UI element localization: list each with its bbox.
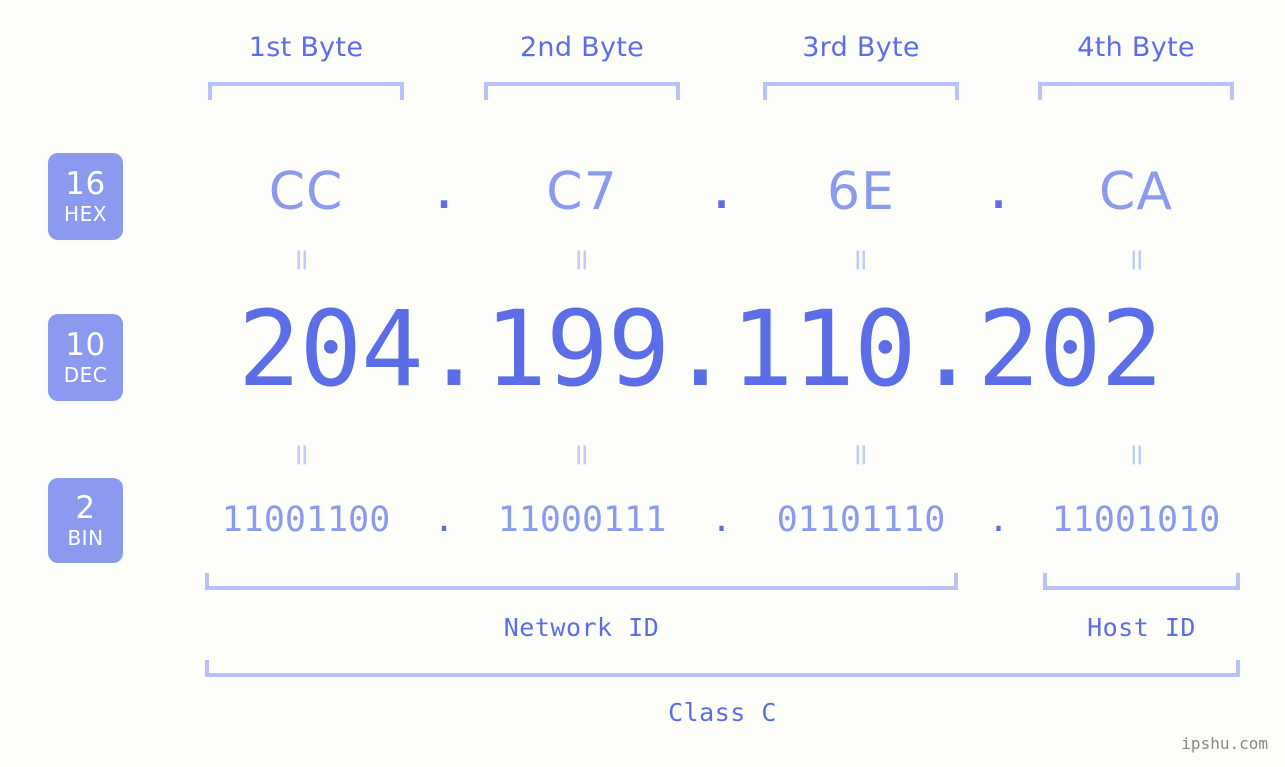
equals-connector-dec-bin-2: = bbox=[564, 442, 600, 468]
address-class-label: Class C bbox=[668, 698, 777, 727]
network-id-bracket bbox=[205, 573, 958, 590]
host-id-bracket bbox=[1043, 573, 1240, 590]
address-class-bracket bbox=[205, 660, 1240, 677]
radix-badge-dec-number: 10 bbox=[65, 327, 106, 363]
hex-octet-1: CC bbox=[268, 162, 344, 222]
binary-octet-1: 11001100 bbox=[221, 500, 391, 540]
byte-header-label-4: 4th Byte bbox=[1077, 32, 1195, 63]
byte-bracket-1 bbox=[208, 82, 404, 100]
site-watermark: ipshu.com bbox=[1181, 734, 1268, 753]
byte-header-label-2: 2nd Byte bbox=[519, 32, 645, 63]
radix-badge-hex: 16 HEX bbox=[48, 153, 123, 240]
binary-separator-3: . bbox=[987, 500, 1010, 540]
byte-bracket-2 bbox=[484, 82, 680, 100]
equals-connector-dec-bin-1: = bbox=[284, 442, 320, 468]
ip-address-breakdown-diagram: 1st Byte 2nd Byte 3rd Byte 4th Byte 16 H… bbox=[0, 0, 1285, 767]
binary-separator-1: . bbox=[433, 500, 455, 540]
network-id-label: Network ID bbox=[503, 613, 660, 642]
decimal-ip-address: 204.199.110.202 bbox=[237, 288, 1163, 411]
binary-octet-3: 01101110 bbox=[776, 500, 946, 540]
binary-octet-4: 11001010 bbox=[1051, 500, 1221, 540]
equals-connector-dec-bin-3: = bbox=[843, 442, 879, 468]
hex-octet-4: CA bbox=[1099, 162, 1173, 222]
radix-badge-hex-number: 16 bbox=[65, 166, 106, 202]
hex-octet-2: C7 bbox=[546, 162, 618, 222]
radix-badge-bin-number: 2 bbox=[75, 490, 96, 526]
hex-octet-3: 6E bbox=[827, 162, 895, 222]
hex-separator-3: . bbox=[982, 161, 1015, 222]
decimal-value-row: 204.199.110.202 bbox=[140, 294, 1260, 406]
hex-separator-1: . bbox=[428, 161, 460, 222]
byte-bracket-4 bbox=[1038, 82, 1234, 100]
binary-separator-2: . bbox=[710, 500, 733, 540]
byte-header-label-3: 3rd Byte bbox=[802, 32, 920, 63]
equals-connector-hex-dec-2: = bbox=[564, 247, 600, 273]
host-id-label: Host ID bbox=[1087, 613, 1196, 642]
equals-connector-dec-bin-4: = bbox=[1119, 442, 1155, 468]
radix-badge-dec: 10 DEC bbox=[48, 314, 123, 401]
byte-header-label-1: 1st Byte bbox=[248, 32, 364, 63]
radix-badge-dec-unit: DEC bbox=[63, 363, 108, 387]
equals-connector-hex-dec-3: = bbox=[843, 247, 879, 273]
binary-value-row: 11001100 . 11000111 . 01101110 . 1100101… bbox=[140, 492, 1260, 548]
equals-connector-hex-dec-1: = bbox=[284, 247, 320, 273]
byte-bracket-3 bbox=[763, 82, 959, 100]
hex-separator-2: . bbox=[705, 161, 738, 222]
binary-octet-2: 11000111 bbox=[497, 500, 667, 540]
hex-value-row: CC . C7 . 6E . CA bbox=[140, 152, 1260, 232]
radix-badge-hex-unit: HEX bbox=[64, 202, 107, 226]
radix-badge-bin: 2 BIN bbox=[48, 478, 123, 563]
radix-badge-bin-unit: BIN bbox=[67, 526, 104, 550]
equals-connector-hex-dec-4: = bbox=[1119, 247, 1155, 273]
